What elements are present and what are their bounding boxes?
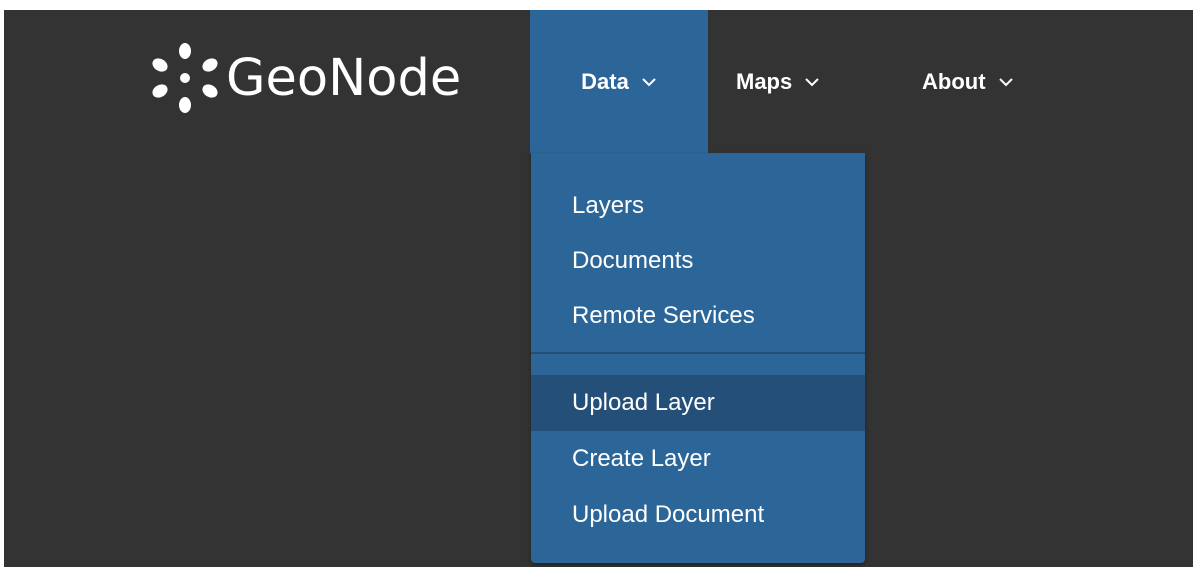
geonode-logo-icon xyxy=(152,43,218,113)
nav-data-menu[interactable]: Data xyxy=(530,10,708,153)
top-navbar: GeoNode Data Maps About Layers Documents… xyxy=(4,10,1193,567)
nav-maps-label: Maps xyxy=(736,68,793,94)
menu-item-upload-document[interactable]: Upload Document xyxy=(531,487,865,543)
menu-item-upload-layer[interactable]: Upload Layer xyxy=(531,375,865,431)
menu-item-layers[interactable]: Layers xyxy=(531,178,865,234)
brand-logo[interactable]: GeoNode xyxy=(148,30,461,126)
nav-data-label: Data xyxy=(581,68,629,94)
brand-name: GeoNode xyxy=(226,48,462,108)
data-dropdown-menu: Layers Documents Remote Services Upload … xyxy=(531,153,865,563)
menu-item-documents[interactable]: Documents xyxy=(531,233,865,289)
nav-about-label: About xyxy=(922,68,986,94)
menu-item-create-layer[interactable]: Create Layer xyxy=(531,431,865,487)
chevron-down-icon xyxy=(998,77,1013,86)
nav-about-menu[interactable]: About xyxy=(922,10,1014,153)
chevron-down-icon xyxy=(805,77,819,86)
nav-maps-menu[interactable]: Maps xyxy=(736,10,820,153)
menu-divider xyxy=(531,352,865,354)
menu-item-remote-services[interactable]: Remote Services xyxy=(531,288,865,344)
chevron-down-icon xyxy=(642,77,656,86)
